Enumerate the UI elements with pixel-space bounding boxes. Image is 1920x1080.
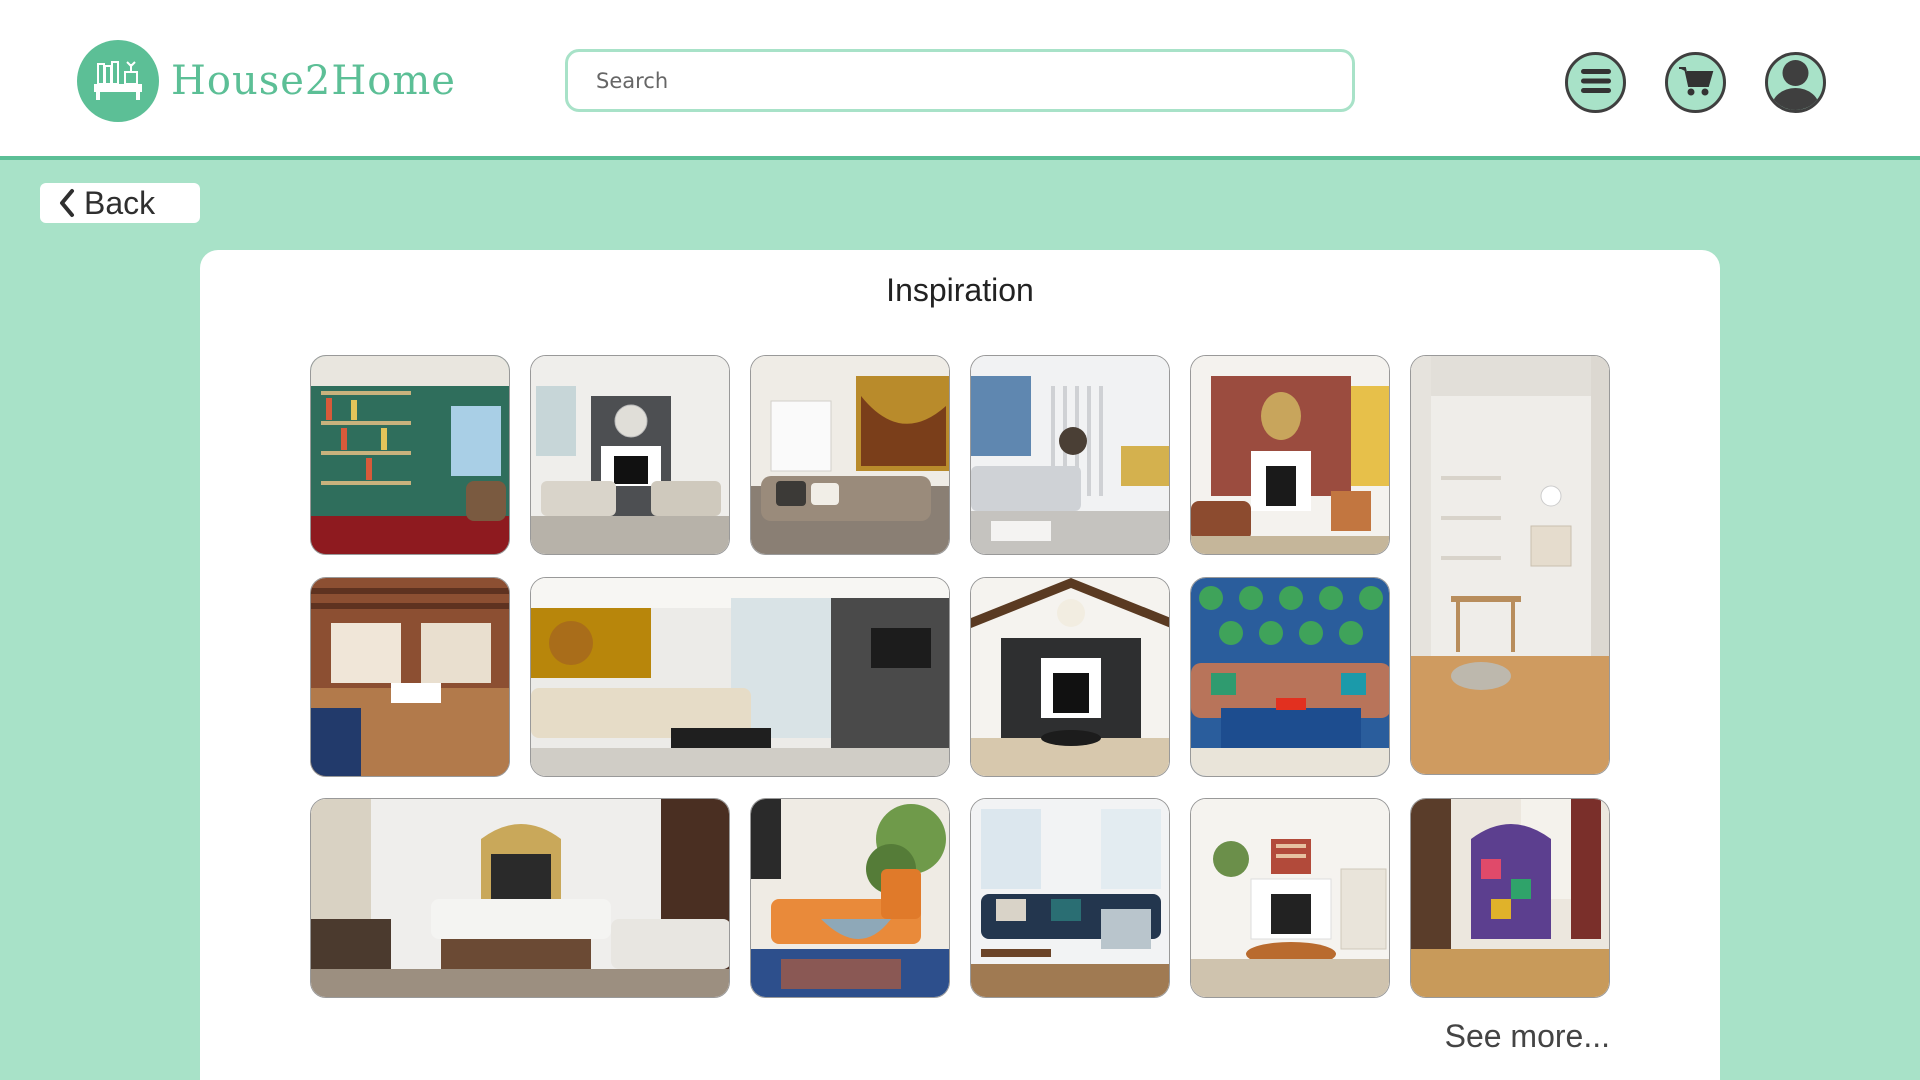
back-label: Back bbox=[84, 184, 156, 221]
search-input[interactable] bbox=[596, 68, 1352, 93]
cart-button[interactable] bbox=[1665, 52, 1726, 113]
menu-button[interactable] bbox=[1565, 52, 1626, 113]
hamburger-menu-icon bbox=[1576, 61, 1616, 105]
see-more-link[interactable]: See more... bbox=[1445, 1018, 1610, 1055]
search-bar[interactable] bbox=[565, 49, 1355, 112]
brand-logo[interactable]: House2Home bbox=[77, 40, 456, 122]
inspiration-image[interactable] bbox=[310, 355, 510, 555]
inspiration-image[interactable] bbox=[530, 355, 730, 555]
inspiration-image[interactable] bbox=[970, 798, 1170, 998]
inspiration-image[interactable] bbox=[1410, 798, 1610, 998]
user-avatar-icon bbox=[1768, 55, 1823, 110]
inspiration-image[interactable] bbox=[750, 355, 950, 555]
brand-name: House2Home bbox=[171, 58, 456, 104]
inspiration-image[interactable] bbox=[1190, 355, 1390, 555]
app-header: House2Home bbox=[0, 0, 1920, 160]
page-title: Inspiration bbox=[886, 272, 1034, 308]
logo-furniture-icon bbox=[77, 40, 159, 122]
inspiration-image[interactable] bbox=[310, 577, 510, 777]
inspiration-image[interactable] bbox=[1190, 798, 1390, 998]
inspiration-image[interactable] bbox=[750, 798, 950, 998]
profile-button[interactable] bbox=[1765, 52, 1826, 113]
inspiration-image[interactable] bbox=[310, 798, 730, 998]
inspiration-image[interactable] bbox=[970, 355, 1170, 555]
inspiration-image[interactable] bbox=[530, 577, 950, 777]
shopping-cart-icon bbox=[1676, 61, 1716, 105]
chevron-left-icon bbox=[58, 188, 76, 218]
inspiration-image[interactable] bbox=[1410, 355, 1610, 775]
inspiration-image[interactable] bbox=[970, 577, 1170, 777]
inspiration-panel: Inspiration See more... bbox=[200, 250, 1720, 1080]
back-button[interactable]: Back bbox=[40, 183, 200, 223]
inspiration-image[interactable] bbox=[1190, 577, 1390, 777]
